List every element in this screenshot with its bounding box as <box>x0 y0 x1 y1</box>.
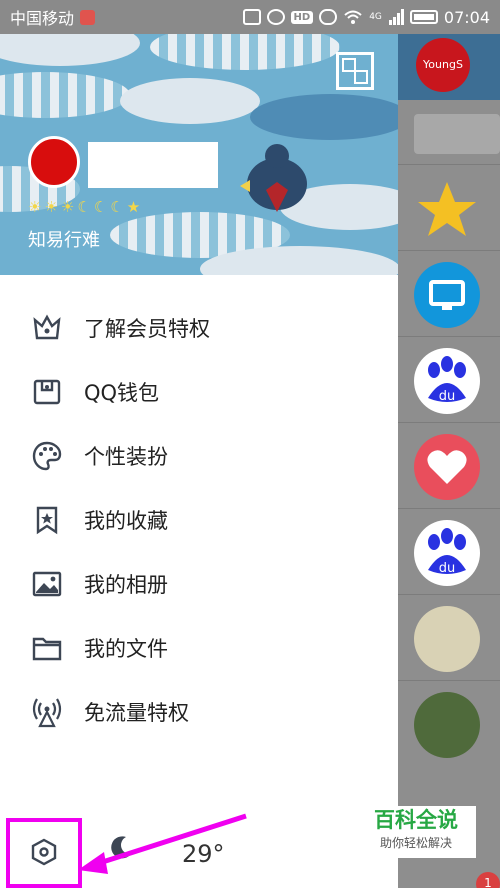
baidu-paw-icon[interactable]: du <box>414 520 480 586</box>
divider <box>398 250 500 251</box>
moon-icon: ☾ <box>93 198 108 216</box>
menu-item-label: 了解会员特权 <box>84 317 210 341</box>
menu-item-theme[interactable]: 个性装扮 <box>0 424 398 488</box>
sun-icon: ☀ <box>28 198 42 216</box>
divider <box>398 594 500 595</box>
photo-avatar[interactable] <box>414 692 480 758</box>
watermark: 百科全说 助你轻松解决 <box>356 806 476 858</box>
monitor-icon[interactable] <box>414 262 480 328</box>
sun-icon: ☀ <box>60 198 75 216</box>
folder-icon <box>30 631 64 665</box>
menu-item-label: 我的相册 <box>84 573 168 597</box>
signal-icon <box>388 9 404 25</box>
carrier-group: 中国移动 <box>10 5 96 29</box>
divider <box>398 680 500 681</box>
carrier-label: 中国移动 <box>10 9 75 28</box>
signature-text: 知易行难 <box>28 230 100 251</box>
notification-icon <box>80 9 96 25</box>
bookmark-star-icon <box>30 503 64 537</box>
crown-icon <box>30 311 64 345</box>
moon-icon: ☾ <box>77 198 91 216</box>
profile-banner: ☀ ☀ ☀ ☾ ☾ ☾ ★ 知易行难 <box>0 34 398 275</box>
svg-text:du: du <box>439 389 456 404</box>
network-type: 4G <box>369 12 382 22</box>
svg-text:du: du <box>439 561 456 576</box>
side-drawer: ☀ ☀ ☀ ☾ ☾ ☾ ★ 知易行难 了解会员特权 QQ钱包 个性装扮 我的收藏… <box>0 34 398 888</box>
wallet-icon <box>30 375 64 409</box>
menu-item-label: QQ钱包 <box>84 381 160 405</box>
photo-avatar[interactable] <box>414 606 480 672</box>
level-icons: ☀ ☀ ☀ ☾ ☾ ☾ ★ <box>28 198 140 216</box>
menu-item-favorites[interactable]: 我的收藏 <box>0 488 398 552</box>
alarm-icon <box>266 9 285 25</box>
heart-icon[interactable] <box>414 434 480 500</box>
banner-decoration <box>120 78 260 124</box>
palette-icon <box>30 439 64 473</box>
wifi-icon <box>344 10 362 24</box>
search-bar[interactable] <box>414 114 500 154</box>
baidu-paw-icon[interactable]: du <box>414 348 480 414</box>
nickname-box <box>88 142 218 188</box>
avatar[interactable] <box>28 136 80 188</box>
moon-icon: ☾ <box>110 198 124 216</box>
qr-code-icon[interactable] <box>336 52 374 90</box>
clock: 07:04 <box>443 7 490 27</box>
banner-decoration <box>150 34 340 70</box>
hd-icon: HD <box>290 10 314 24</box>
menu-item-album[interactable]: 我的相册 <box>0 552 398 616</box>
divider <box>398 164 500 165</box>
image-icon <box>30 567 64 601</box>
annotation-arrow-icon <box>78 813 247 874</box>
star-icon: ★ <box>126 198 141 216</box>
qzone-star-icon[interactable] <box>414 176 480 242</box>
settings-icon[interactable] <box>30 838 58 866</box>
menu-item-label: 我的收藏 <box>84 509 168 533</box>
vibrate-icon <box>242 9 261 25</box>
watermark-title: 百科全说 <box>374 808 458 832</box>
screen: 中国移动 HD 4G 07:04 YoungS du du ☀ ☀ ☀ ☾ ☾ … <box>0 0 500 888</box>
menu-item-wallet[interactable]: QQ钱包 <box>0 360 398 424</box>
banner-decoration <box>0 72 130 118</box>
menu-item-label: 个性装扮 <box>84 445 168 469</box>
penguin-mascot-icon <box>240 144 307 212</box>
menu-item-free-data[interactable]: 免流量特权 <box>0 680 398 744</box>
status-icons: HD 4G 07:04 <box>242 7 490 27</box>
sun-icon: ☀ <box>44 198 58 216</box>
menu-item-label: 我的文件 <box>84 637 168 661</box>
status-bar: 中国移动 HD 4G 07:04 <box>0 0 500 34</box>
divider <box>398 508 500 509</box>
banner-decoration <box>250 94 398 140</box>
antenna-icon <box>30 695 64 729</box>
menu-item-label: 免流量特权 <box>84 701 189 725</box>
menu-item-vip[interactable]: 了解会员特权 <box>0 296 398 360</box>
menu-item-files[interactable]: 我的文件 <box>0 616 398 680</box>
watermark-subtitle: 助你轻松解决 <box>379 836 452 850</box>
divider <box>398 422 500 423</box>
divider <box>398 336 500 337</box>
battery-icon <box>409 10 438 24</box>
banner-decoration <box>0 34 140 66</box>
chat-list: YoungS du du <box>398 34 500 888</box>
drawer-menu: 了解会员特权 QQ钱包 个性装扮 我的收藏 我的相册 我的文件 免流量特权 <box>0 296 398 744</box>
eye-icon <box>319 9 338 25</box>
youngs-avatar[interactable]: YoungS <box>416 38 470 92</box>
